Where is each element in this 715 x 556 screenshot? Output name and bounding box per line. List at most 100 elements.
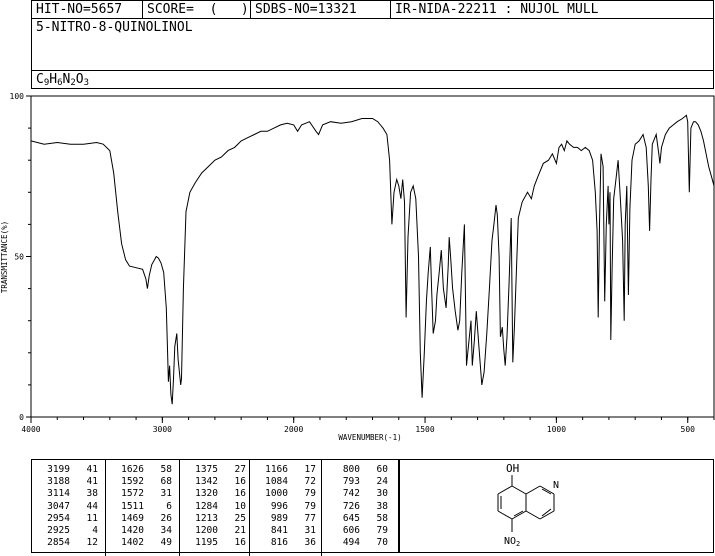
peak-row: 3188 41 <box>32 476 105 488</box>
peak-row: 645 58 <box>322 513 396 525</box>
peak-transmittance: 77 <box>304 512 316 524</box>
peak-transmittance: 72 <box>304 476 316 488</box>
peak-wavenumber: 793 <box>342 476 360 488</box>
peak-wavenumber: 1084 <box>265 476 288 488</box>
peak-row: 989 77 <box>250 513 321 525</box>
peak-transmittance: 30 <box>376 488 388 500</box>
peak-transmittance: 60 <box>376 464 388 475</box>
peak-transmittance: 11 <box>86 512 98 524</box>
peak-columns: 3199 41 3188 41 3114 38 3047 44 2954 11 2925 4 2854 1… <box>32 460 398 556</box>
peak-wavenumber: 816 <box>270 537 288 549</box>
peak-wavenumber: 1195 <box>195 537 218 549</box>
peak-row: 2925 4 <box>32 525 105 537</box>
peak-row: 1213 25 <box>180 513 249 525</box>
peak-wavenumber: 1572 <box>121 488 144 500</box>
peak-wavenumber: 2954 <box>47 512 70 524</box>
peak-wavenumber: 726 <box>342 500 360 512</box>
peak-wavenumber: 606 <box>342 525 360 537</box>
peak-row: 1469 26 <box>106 513 179 525</box>
peak-row: 1626 58 <box>106 464 179 476</box>
structure-drawing: OH N NO2 <box>497 462 559 548</box>
y-tick-label: 0 <box>19 413 24 422</box>
peak-transmittance: 24 <box>376 476 388 488</box>
axis-ticks: 4000 3000 2000 1500 1000 500 0 50 100 <box>10 92 715 434</box>
peak-row: 793 24 <box>322 476 396 488</box>
structure-box: OH N NO2 <box>399 459 714 553</box>
peak-transmittance: 58 <box>160 464 172 475</box>
peak-row: 816 36 <box>250 537 321 549</box>
peak-transmittance: 79 <box>304 488 316 500</box>
peak-row: 3114 38 <box>32 488 105 500</box>
peak-row: 1200 21 <box>180 525 249 537</box>
peak-wavenumber: 1342 <box>195 476 218 488</box>
peak-transmittance: 38 <box>86 488 98 500</box>
peak-row: 606 79 <box>322 525 396 537</box>
peak-transmittance: 4 <box>92 525 98 537</box>
peak-row: 1592 68 <box>106 476 179 488</box>
peak-wavenumber: 1200 <box>195 525 218 537</box>
peak-transmittance: 70 <box>376 537 388 549</box>
peak-wavenumber: 1213 <box>195 512 218 524</box>
peak-transmittance: 31 <box>160 488 172 500</box>
peak-wavenumber: 996 <box>270 500 288 512</box>
peak-transmittance: 68 <box>160 476 172 488</box>
peak-wavenumber: 1320 <box>195 488 218 500</box>
peak-wavenumber: 1166 <box>265 464 288 475</box>
peak-wavenumber: 2925 <box>47 525 70 537</box>
plot-frame <box>30 95 715 418</box>
peak-wavenumber: 1592 <box>121 476 144 488</box>
y-tick-label: 50 <box>14 253 24 262</box>
peak-wavenumber: 1000 <box>265 488 288 500</box>
peak-transmittance: 16 <box>234 537 246 549</box>
peak-wavenumber: 800 <box>342 464 360 475</box>
peak-transmittance: 79 <box>376 525 388 537</box>
peak-row: 3199 41 <box>32 464 105 476</box>
peak-wavenumber: 645 <box>342 512 360 524</box>
peak-row: 2954 11 <box>32 513 105 525</box>
peak-table: 3199 41 3188 41 3114 38 3047 44 2954 11 2925 4 2854 1… <box>31 459 399 556</box>
peak-wavenumber: 3199 <box>47 464 70 475</box>
hydroxyl-label: OH <box>506 462 519 475</box>
peak-transmittance: 25 <box>234 512 246 524</box>
nitrogen-label: N <box>553 480 559 491</box>
peak-transmittance: 44 <box>86 500 98 512</box>
peak-transmittance: 41 <box>86 464 98 475</box>
peak-transmittance: 12 <box>86 537 98 549</box>
x-tick-label: 500 <box>681 425 696 434</box>
x-tick-label: 3000 <box>153 425 172 434</box>
peak-wavenumber: 1511 <box>121 500 144 512</box>
peak-wavenumber: 3114 <box>47 488 70 500</box>
peak-row: 494 70 <box>322 537 396 549</box>
peak-row: 841 31 <box>250 525 321 537</box>
x-tick-label: 4000 <box>21 425 40 434</box>
y-tick-label: 100 <box>10 92 25 101</box>
peak-transmittance: 58 <box>376 512 388 524</box>
x-tick-label: 1000 <box>547 425 566 434</box>
peak-wavenumber: 3188 <box>47 476 70 488</box>
x-tick-label: 2000 <box>284 425 303 434</box>
peak-column: 3199 41 3188 41 3114 38 3047 44 2954 11 2925 4 2854 1… <box>32 460 106 556</box>
peak-row: 1572 31 <box>106 488 179 500</box>
peak-transmittance: 36 <box>304 537 316 549</box>
nitro-label: NO2 <box>504 536 520 548</box>
peak-transmittance: 21 <box>234 525 246 537</box>
peak-row: 800 60 <box>322 464 396 476</box>
peak-row: 726 38 <box>322 501 396 513</box>
peak-wavenumber: 841 <box>270 525 288 537</box>
peak-wavenumber: 1626 <box>121 464 144 475</box>
peak-transmittance: 6 <box>166 500 172 512</box>
peak-row: 1420 34 <box>106 525 179 537</box>
peak-row: 1195 16 <box>180 537 249 549</box>
peak-column: 1375 27 1342 16 1320 16 1284 10 1213 25 1200 21 1195… <box>180 460 250 556</box>
peak-row: 1166 17 <box>250 464 321 476</box>
peak-transmittance: 16 <box>234 488 246 500</box>
peak-wavenumber: 2854 <box>47 537 70 549</box>
peak-wavenumber: 989 <box>270 512 288 524</box>
peak-wavenumber: 3047 <box>47 500 70 512</box>
ir-spectrum-chart: 4000 3000 2000 1500 1000 500 0 50 100 WAVENUMBER… <box>0 92 715 442</box>
peak-row: 2854 12 <box>32 537 105 549</box>
x-tick-label: 1500 <box>415 425 434 434</box>
peak-row: 1511 6 <box>106 501 179 513</box>
peak-row: 1284 10 <box>180 501 249 513</box>
peak-transmittance: 26 <box>160 512 172 524</box>
